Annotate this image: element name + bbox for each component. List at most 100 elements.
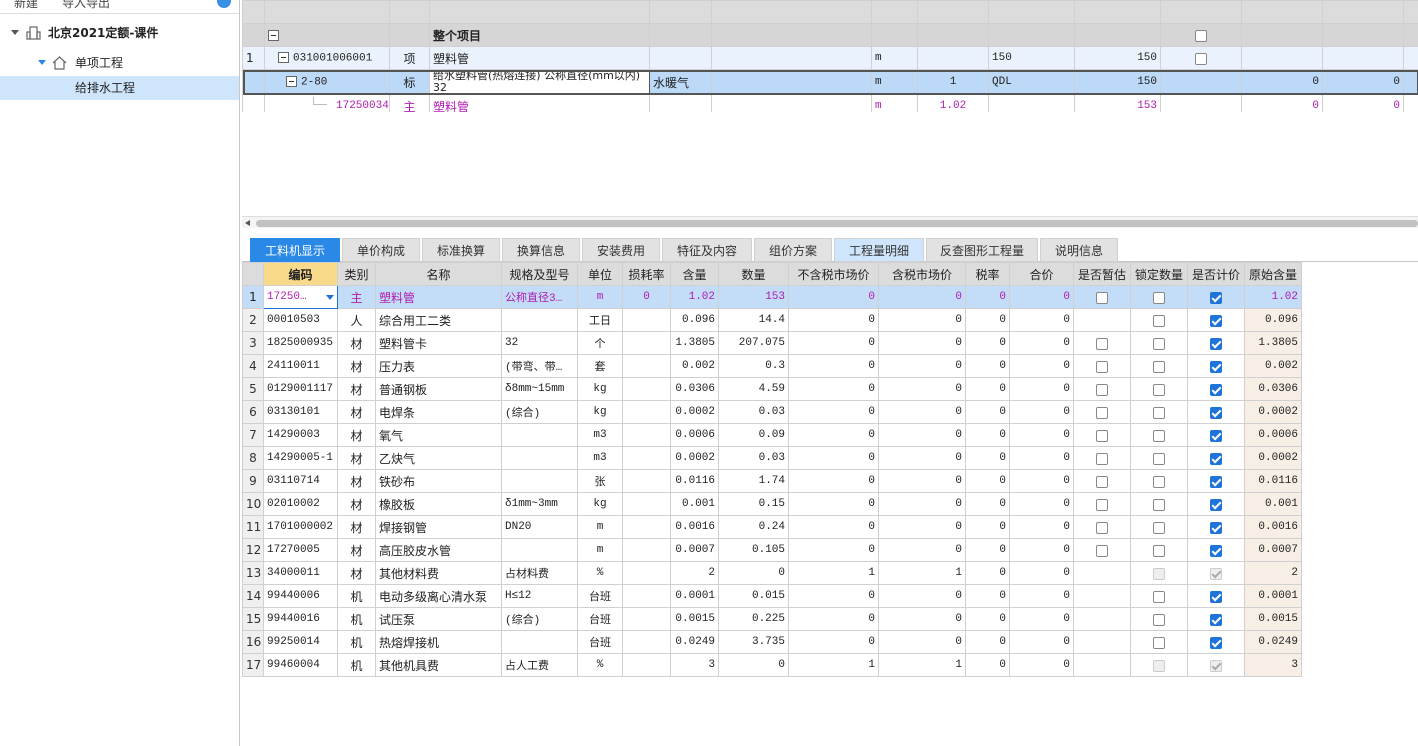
table-row[interactable]: 16 99250014 机 热熔焊接机 台班 0.0249 3.735 0 0 … [242, 630, 1302, 654]
cell-price-incl-tax[interactable]: 0 [878, 538, 966, 562]
cell-priced[interactable] [1187, 423, 1245, 447]
tab-reverse-graphic-quantity[interactable]: 反查图形工程量 [926, 238, 1038, 262]
cell-code[interactable]: 17250… [263, 285, 338, 309]
cell-code[interactable]: 14290003 [263, 423, 338, 447]
cell-priced[interactable] [1187, 331, 1245, 355]
checkbox[interactable] [1153, 590, 1165, 603]
cell-price-incl-tax[interactable]: 0 [878, 469, 966, 493]
cell-name[interactable]: 综合用工二类 [375, 308, 502, 332]
cell-price-excl-tax[interactable]: 1 [788, 561, 879, 585]
tab-pricing-scheme[interactable]: 组价方案 [754, 238, 832, 262]
cell-spec[interactable]: 公称直径3… [501, 285, 578, 309]
cell-tax-rate[interactable]: 0 [965, 377, 1010, 401]
cell-tax-rate[interactable]: 0 [965, 561, 1010, 585]
cell-priced[interactable] [1187, 400, 1245, 424]
cell-content[interactable]: 0.0306 [670, 377, 719, 401]
checkbox[interactable] [1210, 590, 1222, 603]
checkbox[interactable] [1153, 636, 1165, 649]
cell-quantity[interactable]: 1.74 [718, 469, 789, 493]
cell-tax-rate[interactable]: 0 [965, 285, 1010, 309]
table-row[interactable]: 5 0129001117 材 普通钢板 δ8mm~15mm kg 0.0306 … [242, 377, 1302, 401]
cell-loss-rate[interactable] [622, 308, 671, 332]
cell-provisional[interactable] [1073, 377, 1131, 401]
cell-lock-quantity[interactable] [1130, 584, 1188, 608]
col-provisional[interactable]: 是否暂估 [1073, 262, 1131, 286]
cell-price-incl-tax[interactable]: 0 [878, 492, 966, 516]
cell-tax-rate[interactable]: 0 [965, 630, 1010, 654]
cell-lock-quantity[interactable] [1130, 377, 1188, 401]
cell-spec[interactable] [501, 469, 578, 493]
cell-priced[interactable] [1187, 584, 1245, 608]
collapse-arrow-icon[interactable] [11, 30, 19, 35]
cell-priced[interactable] [1187, 469, 1245, 493]
col-total[interactable]: 合价 [1009, 262, 1074, 286]
checkbox[interactable] [1096, 337, 1108, 350]
cell-lock-quantity[interactable] [1130, 630, 1188, 654]
table-row[interactable]: 17 99460004 机 其他机具费 占人工费 % 3 0 1 1 0 0 3 [242, 653, 1302, 677]
cell-priced[interactable] [1187, 285, 1245, 309]
cell-code[interactable]: 0129001117 [263, 377, 338, 401]
checkbox[interactable] [1210, 360, 1222, 373]
cell-spec[interactable] [501, 308, 578, 332]
cell-quantity[interactable]: 0.105 [718, 538, 789, 562]
cell-tax-rate[interactable]: 0 [965, 515, 1010, 539]
cell-tax-rate[interactable]: 0 [965, 354, 1010, 378]
checkbox[interactable] [1096, 498, 1108, 511]
cell-priced[interactable] [1187, 377, 1245, 401]
checkbox[interactable] [1210, 314, 1222, 327]
cell-price-excl-tax[interactable]: 0 [788, 492, 879, 516]
cell-content[interactable]: 3 [670, 653, 719, 677]
collapse-toggle-icon[interactable] [286, 75, 297, 87]
tab-features-content[interactable]: 特征及内容 [662, 238, 752, 262]
cell-lock-quantity[interactable] [1130, 446, 1188, 470]
cell-provisional[interactable] [1073, 469, 1131, 493]
cell-name[interactable]: 氧气 [375, 423, 502, 447]
cell-provisional[interactable] [1073, 423, 1131, 447]
cell-price-excl-tax[interactable]: 0 [788, 607, 879, 631]
checkbox[interactable] [1210, 452, 1222, 465]
checkbox[interactable] [1153, 429, 1165, 442]
cell-loss-rate[interactable] [622, 653, 671, 677]
cell-loss-rate[interactable] [622, 561, 671, 585]
cell-quantity[interactable]: 4.59 [718, 377, 789, 401]
checkbox[interactable] [1210, 337, 1222, 350]
cell-provisional[interactable] [1073, 653, 1131, 677]
tab-description[interactable]: 说明信息 [1040, 238, 1118, 262]
cell-price-incl-tax[interactable]: 1 [878, 561, 966, 585]
checkbox[interactable] [1153, 521, 1165, 534]
checkbox[interactable] [1096, 521, 1108, 534]
collapse-toggle-icon[interactable] [278, 51, 289, 63]
cell-code[interactable]: 1825000935 [263, 331, 338, 355]
new-button[interactable]: 新建 [14, 0, 38, 11]
table-row[interactable]: 14 99440006 机 电动多级离心清水泵 H≤12 台班 0.0001 0… [242, 584, 1302, 608]
checkbox[interactable] [1153, 475, 1165, 488]
cell-code[interactable]: 03130101 [263, 400, 338, 424]
table-row[interactable]: 15 99440016 机 试压泵 (综合) 台班 0.0015 0.225 0… [242, 607, 1302, 631]
cell-spec[interactable]: DN20 [501, 515, 578, 539]
cell-spec[interactable] [501, 538, 578, 562]
cell-loss-rate[interactable] [622, 377, 671, 401]
horizontal-scrollbar[interactable] [242, 216, 1418, 228]
table-row[interactable]: 7 14290003 材 氧气 m3 0.0006 0.09 0 0 0 0 0… [242, 423, 1302, 447]
checkbox[interactable] [1096, 429, 1108, 442]
cell-spec[interactable]: (综合) [501, 607, 578, 631]
cell-name[interactable]: 电焊条 [375, 400, 502, 424]
cell-tax-rate[interactable]: 0 [965, 469, 1010, 493]
checkbox[interactable] [1096, 475, 1108, 488]
cell-quantity[interactable]: 0 [718, 561, 789, 585]
cell-priced[interactable] [1187, 561, 1245, 585]
checkbox[interactable] [1096, 406, 1108, 419]
col-loss-rate[interactable]: 损耗率 [622, 262, 671, 286]
cell-lock-quantity[interactable] [1130, 423, 1188, 447]
cell-content[interactable]: 0.0249 [670, 630, 719, 654]
checkbox[interactable] [1153, 291, 1165, 304]
cell-spec[interactable]: δ8mm~15mm [501, 377, 578, 401]
cell-price-excl-tax[interactable]: 0 [788, 354, 879, 378]
cell-content[interactable]: 0.0006 [670, 423, 719, 447]
cell-price-incl-tax[interactable]: 0 [878, 584, 966, 608]
checkbox[interactable] [1195, 52, 1207, 65]
checkbox[interactable] [1153, 498, 1165, 511]
cell-priced[interactable] [1187, 446, 1245, 470]
cell-loss-rate[interactable] [622, 492, 671, 516]
cell-name[interactable]: 塑料管卡 [375, 331, 502, 355]
